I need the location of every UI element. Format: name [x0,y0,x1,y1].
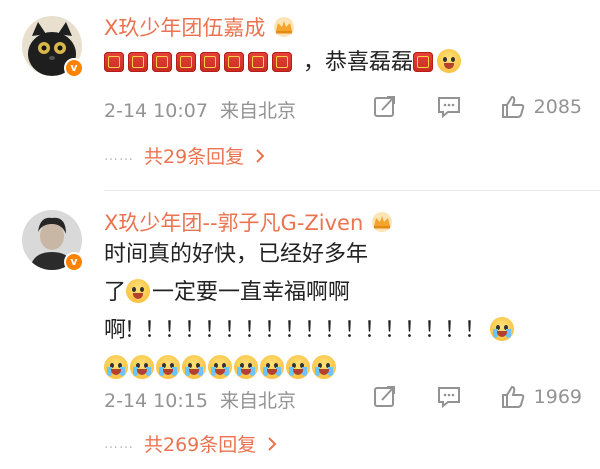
meta-2: 2-14 10:15 来自北京 [104,386,296,413]
location: 来自北京 [220,100,297,122]
crying-face-icon [312,355,336,379]
crying-face-icon [130,355,154,379]
crown-icon [274,17,295,37]
meta-1: 2-14 10:07 来自北京 [104,96,296,123]
red-packet-icon [224,52,244,72]
red-packet-icon [413,52,434,72]
replies-link-2[interactable]: …… 共269条回复 [104,430,278,457]
comment-1: v X玖少年团伍嘉成 ，恭喜磊磊 2-14 10:07 来自北京 2085 ……… [0,0,600,195]
crying-face-icon [490,317,515,341]
crown-icon [372,212,393,232]
comment-line-1: 时间真的好快，已经好多年 [104,242,369,267]
share-icon[interactable] [372,384,398,410]
crying-face-icon [104,355,128,379]
replies-link-1[interactable]: …… 共29条回复 [104,142,266,169]
comment-2: v X玖少年团--郭子凡G-Ziven 时间真的好快，已经好多年 了一定要一直幸… [0,195,600,469]
location: 来自北京 [220,390,297,412]
like-icon[interactable] [500,384,526,410]
crying-emoji-row [104,350,516,388]
crying-face-icon [234,355,258,379]
username-2[interactable]: X玖少年团--郭子凡G-Ziven [104,207,395,237]
red-packet-icon [248,52,268,72]
red-packet-icon [272,52,292,72]
crying-face-icon [260,355,284,379]
avatar-2[interactable]: v [22,210,84,272]
username-text[interactable]: X玖少年团伍嘉成 [104,12,265,42]
avatar-1[interactable]: v [22,16,84,78]
verified-badge-icon: v [64,252,84,272]
comment-line-2: 了一定要一直幸福啊啊 [104,274,516,312]
replies-text[interactable]: 共29条回复 [144,142,244,169]
chevron-right-icon [256,148,265,163]
red-emoji-row [104,50,303,75]
crying-face-icon [208,355,232,379]
actions-1: 2085 [372,94,582,120]
divider [104,190,600,191]
dots: …… [104,435,134,452]
like-count: 1969 [533,386,582,408]
line2-start: 了 [104,280,127,305]
line3-text: 啊！！！！！！！！！！！！！！！！！！ [104,318,486,343]
happy-face-icon [126,279,151,303]
timestamp: 2-14 10:15 [104,390,208,412]
username-text[interactable]: X玖少年团--郭子凡G-Ziven [104,207,363,237]
red-packet-icon [128,52,148,72]
crying-face-icon [156,355,180,379]
crying-face-icon [286,355,310,379]
comment-text: ，恭喜磊磊 [303,50,414,75]
actions-2: 1969 [372,384,582,410]
comment-line-3: 啊！！！！！！！！！！！！！！！！！！ [104,312,516,350]
share-icon[interactable] [372,94,398,120]
red-packet-icon [104,52,124,72]
red-packet-icon [176,52,196,72]
comment-text-2: 时间真的好快，已经好多年 了一定要一直幸福啊啊 啊！！！！！！！！！！！！！！！… [104,236,516,388]
verified-badge-icon: v [64,58,84,78]
happy-face-icon [437,49,462,73]
like-icon[interactable] [500,94,526,120]
comment-icon[interactable] [436,94,462,120]
red-packet-icon [152,52,172,72]
comment-icon[interactable] [436,384,462,410]
username-1[interactable]: X玖少年团伍嘉成 [104,12,297,42]
chevron-right-icon [268,436,277,451]
line2-end: 一定要一直幸福啊啊 [152,280,351,305]
replies-text[interactable]: 共269条回复 [144,430,256,457]
timestamp: 2-14 10:07 [104,100,208,122]
red-packet-icon [200,52,220,72]
dots: …… [104,147,134,164]
like-count: 2085 [533,96,582,118]
crying-face-icon [182,355,206,379]
comment-text-1: ，恭喜磊磊 [104,44,463,82]
